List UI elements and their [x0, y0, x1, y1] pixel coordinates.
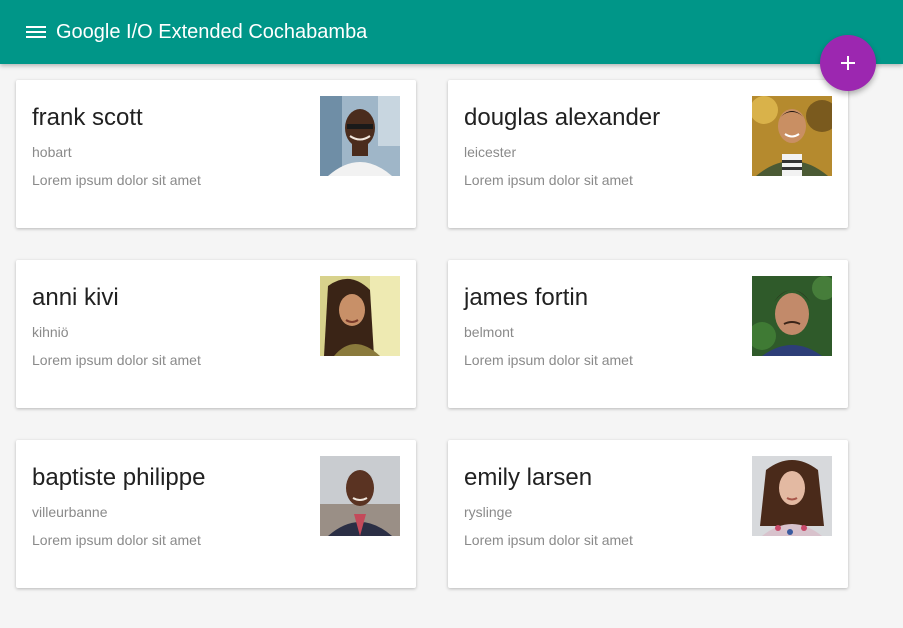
person-city: villeurbanne [32, 504, 108, 520]
person-description: Lorem ipsum dolor sit amet [32, 532, 201, 548]
person-city: belmont [464, 324, 514, 340]
person-description: Lorem ipsum dolor sit amet [464, 352, 633, 368]
menu-icon[interactable] [20, 20, 52, 44]
person-card[interactable]: baptiste philippe villeurbanne Lorem ips… [16, 440, 416, 588]
person-name: james fortin [464, 284, 589, 311]
person-card[interactable]: james fortin belmont Lorem ipsum dolor s… [448, 260, 848, 408]
person-card[interactable]: anni kivi kihniö Lorem ipsum dolor sit a… [16, 260, 416, 408]
person-city: ryslinge [464, 504, 513, 520]
avatar [320, 456, 400, 536]
avatar [752, 456, 832, 536]
person-card[interactable]: emily larsen ryslinge Lorem ipsum dolor … [448, 440, 848, 588]
person-card[interactable]: douglas alexander leicester Lorem ipsum … [448, 80, 848, 228]
app-title: Google I/O Extended Cochabamba [56, 21, 368, 43]
person-description: Lorem ipsum dolor sit amet [32, 352, 201, 368]
app-bar: Google I/O Extended Cochabamba [0, 0, 903, 64]
person-description: Lorem ipsum dolor sit amet [464, 532, 633, 548]
person-name: baptiste philippe [32, 464, 206, 491]
person-name: anni kivi [32, 284, 119, 311]
avatar [320, 276, 400, 356]
avatar [752, 276, 832, 356]
person-city: leicester [464, 144, 517, 160]
person-city: kihniö [32, 324, 69, 340]
avatar [752, 96, 832, 176]
person-description: Lorem ipsum dolor sit amet [32, 172, 201, 188]
add-button[interactable] [820, 35, 876, 91]
person-description: Lorem ipsum dolor sit amet [464, 172, 633, 188]
person-card[interactable]: frank scott hobart Lorem ipsum dolor sit… [16, 80, 416, 228]
add-icon [841, 56, 855, 70]
person-name: emily larsen [464, 464, 593, 491]
person-name: frank scott [32, 104, 143, 131]
person-city: hobart [32, 144, 72, 160]
person-name: douglas alexander [464, 104, 661, 131]
avatar [320, 96, 400, 176]
